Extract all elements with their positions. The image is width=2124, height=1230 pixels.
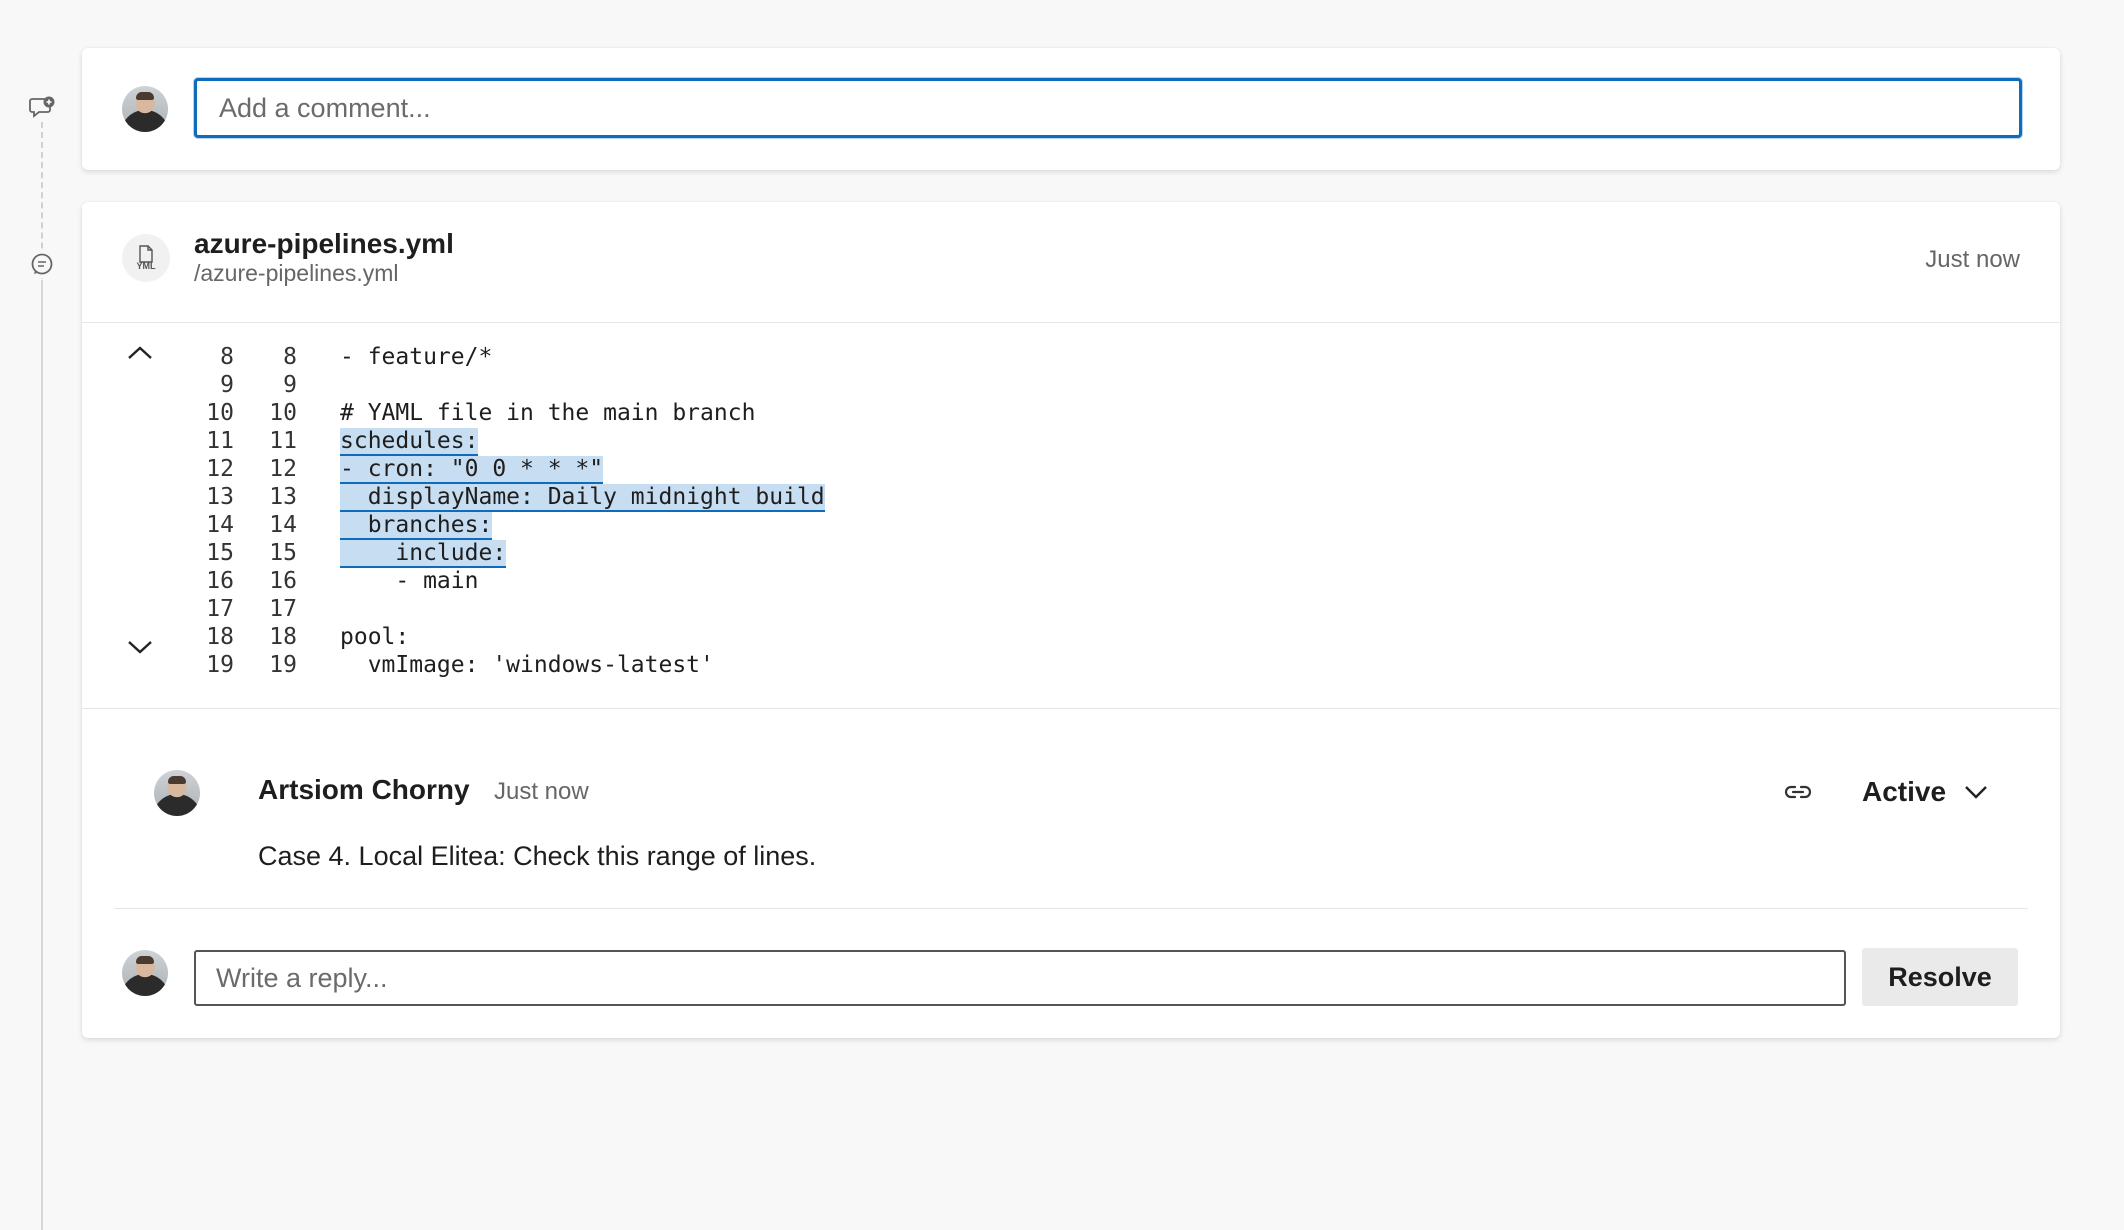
highlighted-code: branches: [340, 512, 493, 540]
line-number-left: 18 [206, 624, 234, 650]
new-comment-card [82, 48, 2060, 170]
code-text: pool: [340, 623, 409, 651]
reply-input[interactable] [194, 950, 1846, 1006]
code-line: 99 [82, 371, 2060, 399]
line-number-left: 17 [206, 596, 234, 622]
divider [114, 908, 2028, 909]
file-extension: YML [136, 261, 156, 271]
comment-author: Artsiom Chorny [258, 774, 470, 805]
code-line: 16 16 - main [82, 567, 2060, 595]
line-number-right: 8 [283, 344, 297, 370]
line-number-right: 12 [269, 456, 297, 482]
line-number-left: 14 [206, 512, 234, 538]
link-icon [1784, 785, 1812, 799]
timeline-line [41, 280, 43, 1230]
code-text: # YAML file in the main branch [340, 399, 755, 427]
line-number-left: 10 [206, 400, 234, 426]
avatar [154, 770, 200, 816]
add-comment-icon [28, 94, 56, 122]
code-line: 15 15 include: [82, 539, 2060, 568]
code-line: 10 10 # YAML file in the main branch [82, 399, 2060, 427]
line-number-right: 18 [269, 624, 297, 650]
code-text: - cron: "0 0 * * *" [340, 455, 604, 484]
file-name[interactable]: azure-pipelines.yml [194, 228, 454, 260]
comment-thread-card: YML azure-pipelines.yml /azure-pipelines… [82, 202, 2060, 1038]
line-number-right: 10 [269, 400, 297, 426]
code-line: 19 19 vmImage: 'windows-latest' [82, 651, 2060, 679]
code-snippet: 88- feature/* 9 9 10 10 # YAML file in the ma… [82, 323, 2060, 705]
file-icon: YML [122, 234, 170, 282]
highlighted-code: schedules: [340, 428, 479, 456]
line-number-left: 8 [220, 344, 234, 370]
code-content: # YAML file in the main branch [340, 400, 756, 426]
copy-link-button[interactable] [1778, 772, 1818, 812]
line-number-left: 11 [206, 428, 234, 454]
code-content: - main [340, 568, 479, 594]
line-number-right: 14 [269, 512, 297, 538]
code-line: 8 8 - feature/* [82, 343, 2060, 371]
line-number-left: 9 [220, 372, 234, 398]
avatar [122, 950, 168, 996]
line-number-left: 15 [206, 540, 234, 566]
code-line: 18 18 pool: [82, 623, 2060, 651]
line-number-left: 13 [206, 484, 234, 510]
line-number-left: 16 [206, 568, 234, 594]
comment-thread-icon [28, 250, 56, 278]
line-number-right: 11 [269, 428, 297, 454]
code-content: pool: [340, 624, 410, 650]
line-number-right: 15 [269, 540, 297, 566]
status-label: Active [1862, 776, 1947, 807]
code-text: schedules: [340, 427, 479, 456]
highlighted-code: - cron: "0 0 * * *" [340, 456, 604, 484]
code-text: branches: [340, 511, 493, 540]
line-number-right: 13 [269, 484, 297, 510]
line-number-right: 19 [269, 652, 297, 678]
code-line: 12 12 - cron: "0 0 * * *" [82, 455, 2060, 484]
code-text: - feature/* [340, 343, 492, 371]
line-number-right: 17 [269, 596, 297, 622]
avatar [122, 86, 168, 132]
highlighted-code: displayName: Daily midnight build [340, 484, 825, 512]
line-number-left: 12 [206, 456, 234, 482]
line-number-right: 16 [269, 568, 297, 594]
add-comment-input[interactable] [194, 78, 2022, 138]
resolve-button[interactable]: Resolve [1862, 948, 2018, 1006]
line-number-left: 19 [206, 652, 234, 678]
code-text: include: [340, 539, 507, 568]
code-line: 13 13 displayName: Daily midnight build [82, 483, 2060, 512]
code-text: displayName: Daily midnight build [340, 483, 825, 512]
code-text: - main [340, 567, 478, 595]
code-content: - feature/* [340, 344, 493, 370]
code-content: vmImage: 'windows-latest' [340, 652, 714, 678]
code-line: 14 14 branches: [82, 511, 2060, 540]
file-path: /azure-pipelines.yml [194, 260, 399, 286]
status-dropdown[interactable]: Active [1854, 768, 1996, 816]
comment-text: Case 4. Local Elitea: Check this range o… [258, 841, 817, 871]
code-line: 17 17 [82, 595, 2060, 623]
chevron-down-icon [1965, 786, 1987, 799]
highlighted-code: include: [340, 540, 507, 568]
line-number-right: 9 [283, 372, 297, 398]
code-line: 11 11 schedules: [82, 427, 2060, 456]
thread-timestamp: Just now [1925, 246, 2020, 273]
code-text: vmImage: 'windows-latest' [340, 651, 714, 679]
comment-timestamp: Just now [494, 778, 589, 805]
